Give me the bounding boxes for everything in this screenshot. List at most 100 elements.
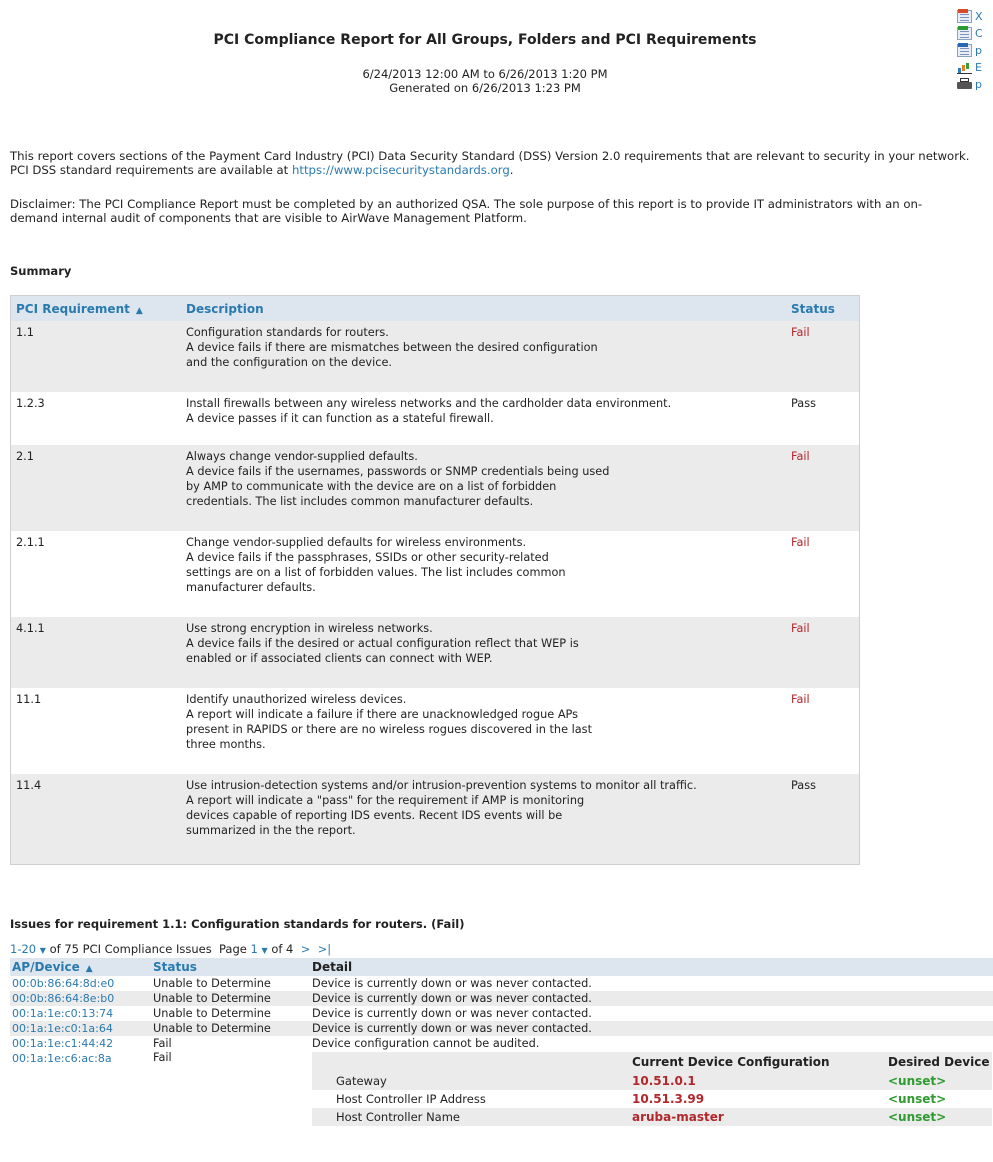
next-page-link[interactable]: >	[301, 942, 311, 956]
description-line: Identify unauthorized wireless devices.	[186, 693, 407, 706]
issue-status: Fail	[153, 1037, 172, 1050]
status-badge: Fail	[791, 450, 810, 463]
description-line: present in RAPIDS or there are no wirele…	[186, 723, 592, 736]
issue-status: Fail	[153, 1051, 172, 1064]
device-link[interactable]: 00:0b:86:64:8e:b0	[10, 992, 153, 1005]
description-line: A device fails if there are mismatches b…	[186, 341, 598, 354]
summary-table: PCI Requirement ▲ Description Status 1.1 C…	[10, 295, 860, 865]
description-line: Use strong encryption in wireless networ…	[186, 622, 433, 635]
status-badge: Fail	[791, 326, 810, 339]
device-link[interactable]: 00:1a:1e:c1:44:42	[10, 1037, 153, 1050]
requirement-id: 2.1	[16, 450, 34, 463]
issue-detail: Device configuration cannot be audited.	[312, 1037, 540, 1050]
status-badge: Pass	[791, 779, 816, 792]
issue-status: Unable to Determine	[153, 1022, 271, 1035]
current-config-value: 10.51.0.1	[632, 1074, 696, 1088]
table-row: 2.1 Always change vendor-supplied default…	[11, 445, 859, 531]
description-line: Use intrusion-detection systems and/or i…	[186, 779, 697, 792]
table-row: 00:1a:1e:c6:ac:8a Fail Current Device Co…	[10, 1051, 993, 1126]
issue-status: Unable to Determine	[153, 1007, 271, 1020]
sort-ascending-icon: ▲	[135, 305, 143, 316]
page-selector[interactable]: 1 ▼	[251, 942, 268, 956]
table-row: 1.1 Configuration standards for routers. A…	[11, 321, 859, 392]
export-csv-link[interactable]: C	[957, 25, 993, 42]
pagination: 1-20 ▼ of 75 PCI Compliance Issues Page …	[10, 942, 332, 956]
report-generated-time: Generated on 6/26/2013 1:23 PM	[389, 81, 581, 95]
table-row: 11.1 Identify unauthorized wireless devic…	[11, 688, 859, 774]
requirement-description: Install firewalls between any wireless n…	[186, 396, 791, 445]
summary-header: PCI Requirement ▲ Description Status	[11, 296, 859, 321]
last-page-link[interactable]: >|	[318, 942, 332, 956]
table-row: 00:1a:1e:c0:1a:64 Unable to Determine Devi…	[10, 1021, 993, 1036]
col-header-detail: Detail	[312, 960, 353, 974]
config-header: Current Device Configuration Desired Dev…	[312, 1052, 992, 1072]
chevron-down-icon: ▼	[39, 946, 46, 955]
xml-icon	[957, 9, 972, 23]
description-line: Configuration standards for routers.	[186, 326, 389, 339]
device-link[interactable]: 00:1a:1e:c6:ac:8a	[10, 1051, 153, 1126]
desired-config-value: <unset>	[888, 1092, 947, 1106]
requirement-id: 2.1.1	[16, 536, 45, 549]
description-line: A report will indicate a "pass" for the …	[186, 794, 585, 807]
requirement-id: 11.1	[16, 693, 42, 706]
export-links: X C p E p	[957, 8, 993, 93]
col-header-desired-config: Desired Device	[888, 1055, 990, 1069]
requirement-id: 1.1	[16, 326, 34, 339]
col-header-status[interactable]: Status	[791, 302, 859, 316]
print-link[interactable]: p	[957, 76, 993, 93]
device-link[interactable]: 00:1a:1e:c0:13:74	[10, 1007, 153, 1020]
export-pdf-link[interactable]: p	[957, 42, 993, 59]
requirement-description: Use strong encryption in wireless networ…	[186, 621, 791, 688]
description-line: devices capable of reporting IDS events.…	[186, 809, 563, 822]
issue-detail: Device is currently down or was never co…	[312, 1007, 592, 1020]
description-line: A device passes if it can function as a …	[186, 412, 494, 425]
device-link[interactable]: 00:1a:1e:c0:1a:64	[10, 1022, 153, 1035]
table-row: 1.2.3 Install firewalls between any wirel…	[11, 392, 859, 445]
description-line: settings are on a list of forbidden valu…	[186, 566, 566, 579]
issue-status: Unable to Determine	[153, 977, 271, 990]
chevron-down-icon: ▼	[261, 946, 268, 955]
requirement-description: Configuration standards for routers. A de…	[186, 325, 791, 392]
col-header-pci-requirement[interactable]: PCI Requirement ▲	[11, 302, 186, 316]
status-badge: Fail	[791, 693, 810, 706]
table-row: 00:1a:1e:c1:44:42 Fail Device configuratio…	[10, 1036, 993, 1051]
col-header-status[interactable]: Status	[153, 960, 312, 974]
table-row: 00:1a:1e:c0:13:74 Unable to Determine Devi…	[10, 1006, 993, 1021]
pdf-icon	[957, 43, 972, 57]
col-header-ap-device[interactable]: AP/Device ▲	[10, 960, 153, 974]
requirement-id: 11.4	[16, 779, 42, 792]
issue-detail: Device is currently down or was never co…	[312, 977, 592, 990]
pci-standards-link[interactable]: https://www.pcisecuritystandards.org	[292, 163, 510, 177]
description-line: Change vendor-supplied defaults for wire…	[186, 536, 527, 549]
table-row: 00:0b:86:64:8e:b0 Unable to Determine Devi…	[10, 991, 993, 1006]
issues-heading: Issues for requirement 1.1: Configuratio…	[10, 917, 465, 931]
print-icon	[957, 78, 972, 91]
export-chart-link[interactable]: E	[957, 59, 993, 76]
description-line: by AMP to communicate with the device ar…	[186, 480, 557, 493]
description-line: and the configuration on the device.	[186, 356, 392, 369]
status-badge: Fail	[791, 536, 810, 549]
description-line: A device fails if the passphrases, SSIDs…	[186, 551, 549, 564]
export-xml-link[interactable]: X	[957, 8, 993, 25]
chart-icon	[957, 61, 972, 74]
report-title: PCI Compliance Report for All Groups, Fo…	[213, 32, 757, 48]
description-line: A device fails if the desired or actual …	[186, 637, 579, 650]
col-header-description[interactable]: Description	[186, 302, 791, 316]
range-selector[interactable]: 1-20 ▼	[10, 942, 46, 956]
config-key: Host Controller IP Address	[336, 1092, 486, 1106]
device-link[interactable]: 00:0b:86:64:8d:e0	[10, 977, 153, 990]
csv-icon	[957, 26, 972, 40]
config-row: Gateway 10.51.0.1 <unset>	[312, 1072, 992, 1090]
description-line: Install firewalls between any wireless n…	[186, 397, 672, 410]
config-key: Gateway	[336, 1074, 387, 1088]
description-line: enabled or if associated clients can con…	[186, 652, 493, 665]
config-row: Host Controller IP Address 10.51.3.99 <uns…	[312, 1090, 992, 1108]
description-line: credentials. The list includes common ma…	[186, 495, 534, 508]
requirement-description: Identify unauthorized wireless devices. A…	[186, 692, 791, 774]
requirement-description: Change vendor-supplied defaults for wire…	[186, 535, 791, 617]
requirement-description: Always change vendor-supplied defaults. A…	[186, 449, 791, 531]
table-row: 4.1.1 Use strong encryption in wireless n…	[11, 617, 859, 688]
desired-config-value: <unset>	[888, 1074, 947, 1088]
status-badge: Pass	[791, 397, 816, 410]
issues-header: AP/Device ▲ Status Detail	[10, 958, 993, 976]
